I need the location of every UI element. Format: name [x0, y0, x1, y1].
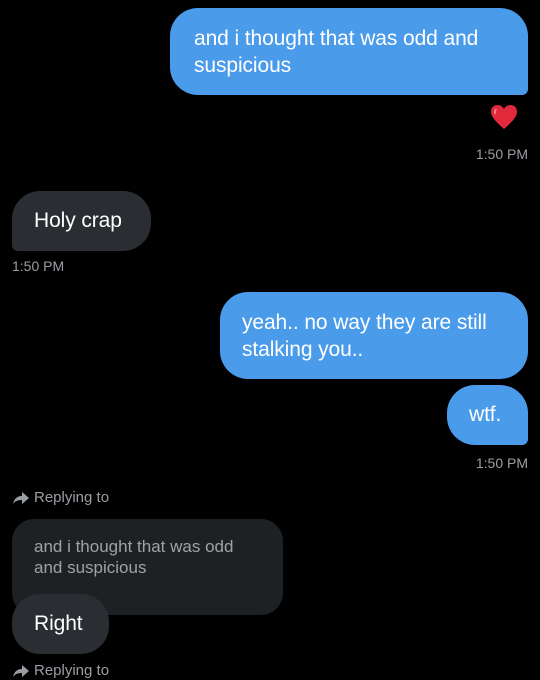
received-message-bubble[interactable]: Holy crap	[12, 191, 151, 251]
reply-arrow-icon	[13, 665, 29, 677]
heart-reaction-icon[interactable]	[490, 104, 518, 130]
message-text: yeah.. no way they are still stalking yo…	[242, 311, 487, 361]
replying-to-label[interactable]: Replying to	[12, 489, 109, 507]
timestamp: 1:50 PM	[475, 146, 528, 162]
replying-to-label[interactable]: Replying to	[12, 662, 109, 680]
quoted-text: and i thought that was odd and suspiciou…	[34, 537, 234, 577]
message-text: and i thought that was odd and suspiciou…	[194, 27, 479, 77]
replying-to-text: Replying to	[34, 489, 110, 506]
replying-to-text: Replying to	[34, 662, 110, 679]
received-message-bubble[interactable]: Right	[12, 594, 109, 654]
sent-message-bubble[interactable]: yeah.. no way they are still stalking yo…	[220, 292, 528, 379]
reply-arrow-icon	[13, 492, 29, 504]
sent-message-bubble[interactable]: wtf.	[447, 385, 528, 445]
timestamp: 1:50 PM	[12, 258, 65, 274]
message-text: wtf.	[469, 403, 502, 426]
message-text: Holy crap	[34, 209, 122, 232]
timestamp: 1:50 PM	[475, 455, 528, 471]
message-text: Right	[34, 612, 83, 635]
sent-message-bubble[interactable]: and i thought that was odd and suspiciou…	[170, 8, 528, 95]
